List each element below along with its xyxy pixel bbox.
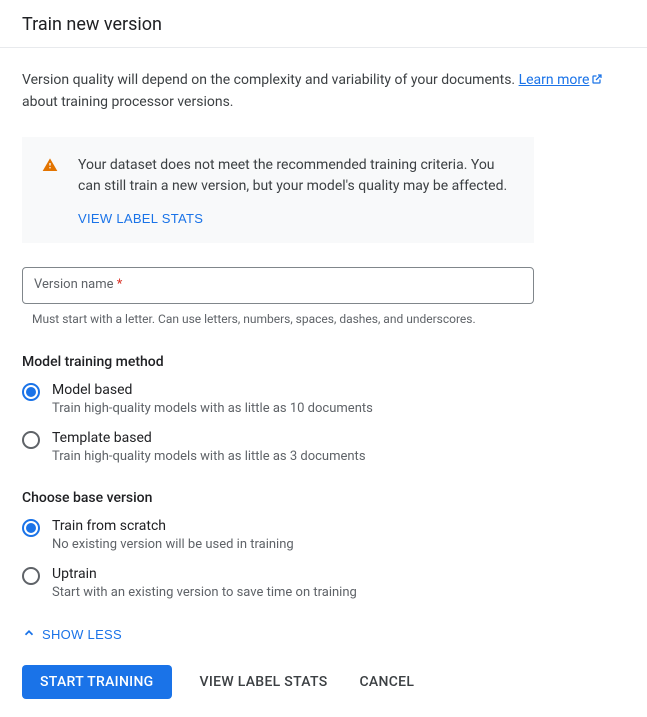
action-bar: START TRAINING VIEW LABEL STATS CANCEL xyxy=(22,665,625,699)
page-title: Train new version xyxy=(22,14,625,35)
radio-desc: Start with an existing version to save t… xyxy=(52,585,357,600)
method-section-title: Model training method xyxy=(22,354,625,370)
radio-uptrain[interactable]: Uptrain Start with an existing version t… xyxy=(22,566,625,600)
radio-icon xyxy=(22,567,40,585)
intro-after: about training processor versions. xyxy=(22,94,233,110)
radio-label: Uptrain xyxy=(52,566,357,582)
warning-alert: Your dataset does not meet the recommend… xyxy=(22,137,534,243)
chevron-up-icon xyxy=(22,626,36,643)
view-label-stats-alert-button[interactable]: VIEW LABEL STATS xyxy=(78,211,203,226)
version-name-field: Version name * xyxy=(22,267,534,304)
alert-message: Your dataset does not meet the recommend… xyxy=(78,155,514,197)
cancel-button[interactable]: CANCEL xyxy=(355,665,418,699)
radio-body: Template based Train high-quality models… xyxy=(52,430,366,464)
intro-before: Version quality will depend on the compl… xyxy=(22,72,519,88)
intro-text: Version quality will depend on the compl… xyxy=(22,70,625,113)
learn-more-label: Learn more xyxy=(519,72,590,88)
dialog-content: Version quality will depend on the compl… xyxy=(0,48,647,717)
radio-body: Model based Train high-quality models wi… xyxy=(52,382,373,416)
radio-icon xyxy=(22,519,40,537)
radio-label: Model based xyxy=(52,382,373,398)
show-less-toggle[interactable]: SHOW LESS xyxy=(22,626,122,643)
radio-template-based[interactable]: Template based Train high-quality models… xyxy=(22,430,625,464)
base-section-title: Choose base version xyxy=(22,490,625,506)
version-name-helper: Must start with a letter. Can use letter… xyxy=(22,312,625,326)
radio-desc: Train high-quality models with as little… xyxy=(52,449,366,464)
radio-desc: No existing version will be used in trai… xyxy=(52,537,294,552)
radio-icon xyxy=(22,383,40,401)
external-link-icon xyxy=(591,71,603,92)
method-radio-group: Model based Train high-quality models wi… xyxy=(22,382,625,464)
radio-icon xyxy=(22,431,40,449)
learn-more-link[interactable]: Learn more xyxy=(519,72,604,88)
radio-body: Train from scratch No existing version w… xyxy=(52,518,294,552)
radio-model-based[interactable]: Model based Train high-quality models wi… xyxy=(22,382,625,416)
radio-body: Uptrain Start with an existing version t… xyxy=(52,566,357,600)
radio-label: Train from scratch xyxy=(52,518,294,534)
dialog-header: Train new version xyxy=(0,0,647,48)
toggle-label: SHOW LESS xyxy=(42,627,122,642)
version-name-input[interactable] xyxy=(22,267,534,304)
start-training-button[interactable]: START TRAINING xyxy=(22,665,172,699)
view-label-stats-button[interactable]: VIEW LABEL STATS xyxy=(196,665,332,699)
base-radio-group: Train from scratch No existing version w… xyxy=(22,518,625,600)
warning-icon xyxy=(42,157,58,227)
radio-label: Template based xyxy=(52,430,366,446)
alert-body: Your dataset does not meet the recommend… xyxy=(78,155,514,227)
radio-train-from-scratch[interactable]: Train from scratch No existing version w… xyxy=(22,518,625,552)
radio-desc: Train high-quality models with as little… xyxy=(52,401,373,416)
